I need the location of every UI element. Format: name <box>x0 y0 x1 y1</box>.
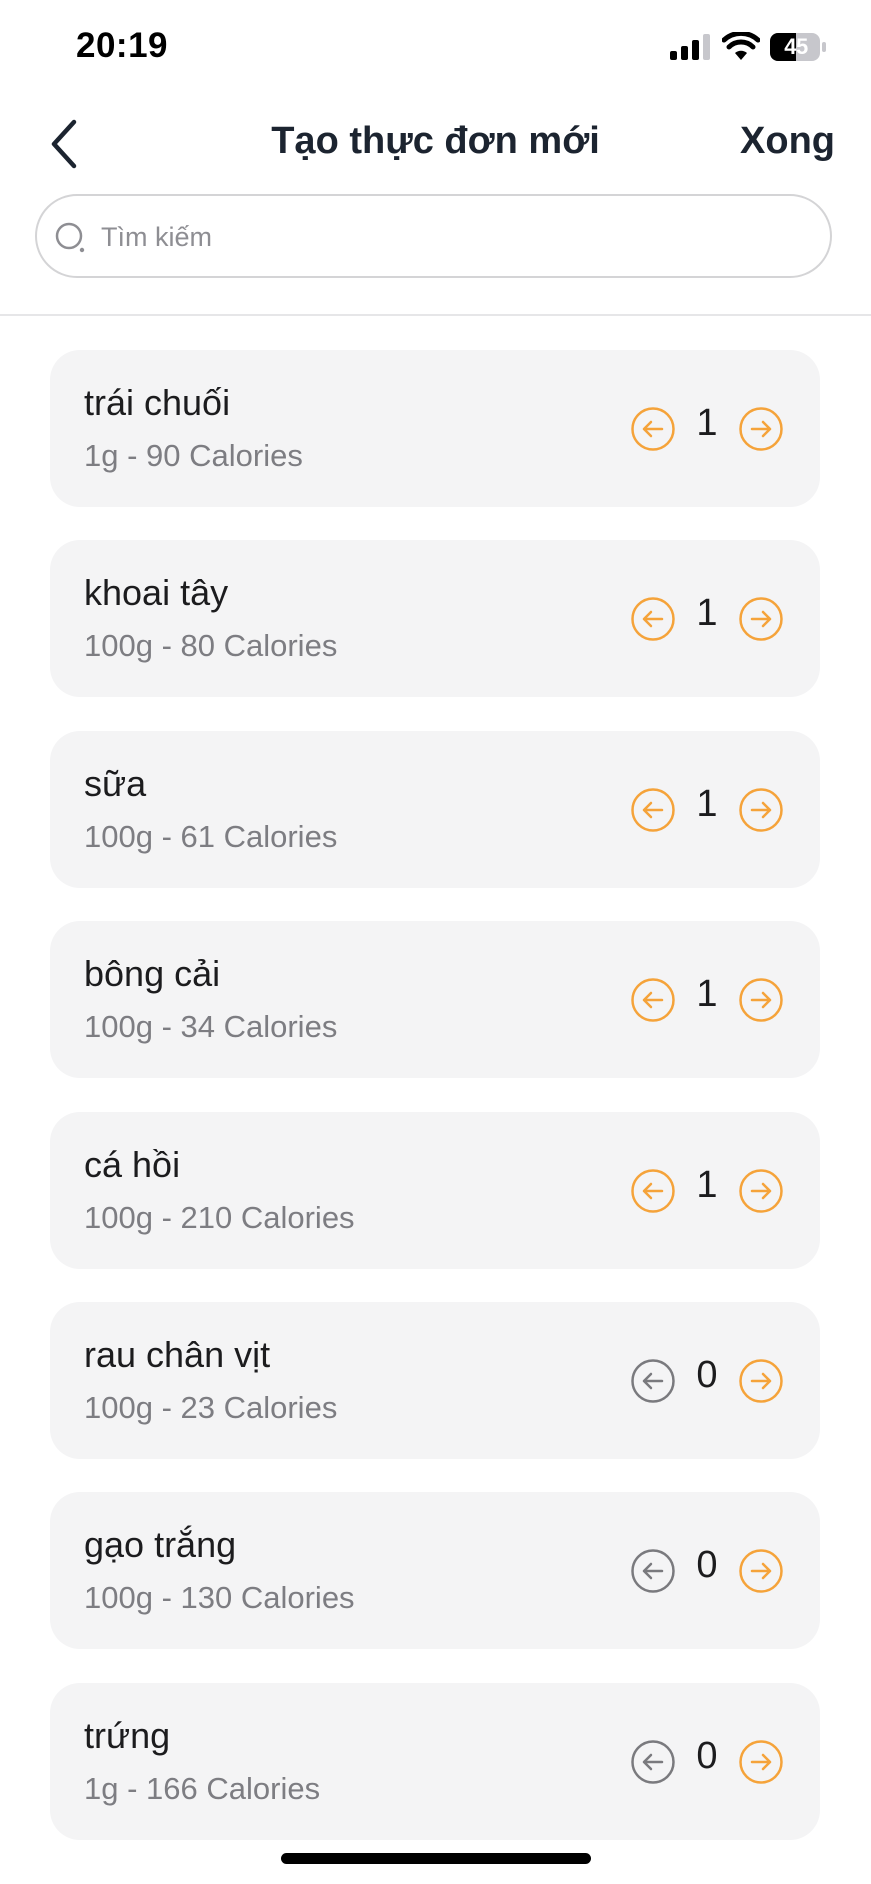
quantity-value: 1 <box>696 973 718 1016</box>
increase-arrow-icon[interactable] <box>738 596 784 642</box>
battery-level: 45 <box>784 34 808 59</box>
wifi-icon <box>722 32 760 60</box>
food-name: sữa <box>84 762 147 804</box>
decrease-arrow-icon[interactable] <box>630 1548 676 1594</box>
quantity-value: 1 <box>696 592 718 635</box>
food-detail: 100g - 130 Calories <box>84 1580 355 1616</box>
quantity-value: 0 <box>696 1544 718 1587</box>
food-item: trái chuối 1g - 90 Calories 1 <box>50 350 820 507</box>
food-name: trái chuối <box>84 382 231 423</box>
food-detail: 100g - 61 Calories <box>84 818 338 854</box>
decrease-arrow-icon[interactable] <box>630 596 676 642</box>
decrease-arrow-icon[interactable] <box>630 406 676 452</box>
food-name: cá hồi <box>84 1143 181 1185</box>
food-item: bông cải 100g - 34 Calories 1 <box>50 921 820 1079</box>
decrease-arrow-icon[interactable] <box>630 1739 676 1785</box>
food-name: rau chân vịt <box>84 1333 271 1375</box>
food-detail: 100g - 80 Calories <box>84 628 338 664</box>
search-input[interactable] <box>99 212 803 262</box>
signal-icon <box>670 34 710 60</box>
food-item: trứng 1g - 166 Calories 0 <box>50 1682 820 1840</box>
status-time: 20:19 <box>76 26 169 65</box>
increase-arrow-icon[interactable] <box>738 787 784 833</box>
food-item: sữa 100g - 61 Calories 1 <box>50 730 820 888</box>
decrease-arrow-icon[interactable] <box>630 787 676 833</box>
decrease-arrow-icon[interactable] <box>630 1358 676 1404</box>
food-list: trái chuối 1g - 90 Calories 1 khoai tây … <box>50 350 820 1873</box>
decrease-arrow-icon[interactable] <box>630 1168 676 1214</box>
food-item: gạo trắng 100g - 130 Calories 0 <box>50 1492 820 1650</box>
nav-header: Tạo thực đơn mới Xong <box>0 96 871 192</box>
increase-arrow-icon[interactable] <box>738 406 784 452</box>
quantity-value: 1 <box>696 1163 718 1206</box>
increase-arrow-icon[interactable] <box>738 1358 784 1404</box>
home-indicator <box>281 1853 591 1864</box>
divider <box>0 314 871 316</box>
quantity-value: 0 <box>696 1734 718 1777</box>
search-box[interactable] <box>35 194 832 278</box>
food-name: khoai tây <box>84 572 229 614</box>
quantity-value: 1 <box>696 782 718 825</box>
done-button[interactable]: Xong <box>740 120 835 163</box>
food-item: khoai tây 100g - 80 Calories 1 <box>50 540 820 698</box>
food-detail: 1g - 90 Calories <box>84 438 303 473</box>
food-detail: 1g - 166 Calories <box>84 1770 321 1806</box>
food-item: cá hồi 100g - 210 Calories 1 <box>50 1111 820 1269</box>
quantity-value: 0 <box>696 1353 718 1396</box>
increase-arrow-icon[interactable] <box>738 1548 784 1594</box>
decrease-arrow-icon[interactable] <box>630 977 676 1023</box>
status-bar: 20:19 45 <box>0 0 871 96</box>
food-item: rau chân vịt 100g - 23 Calories 0 <box>50 1301 820 1459</box>
increase-arrow-icon[interactable] <box>738 1168 784 1214</box>
quantity-value: 1 <box>696 402 718 444</box>
food-name: gạo trắng <box>84 1524 237 1566</box>
search-icon <box>55 222 85 253</box>
food-name: trứng <box>84 1714 171 1756</box>
increase-arrow-icon[interactable] <box>738 1739 784 1785</box>
food-detail: 100g - 210 Calories <box>84 1199 355 1235</box>
food-name: bông cải <box>84 953 221 995</box>
food-detail: 100g - 23 Calories <box>84 1389 338 1425</box>
food-detail: 100g - 34 Calories <box>84 1009 338 1045</box>
increase-arrow-icon[interactable] <box>738 977 784 1023</box>
